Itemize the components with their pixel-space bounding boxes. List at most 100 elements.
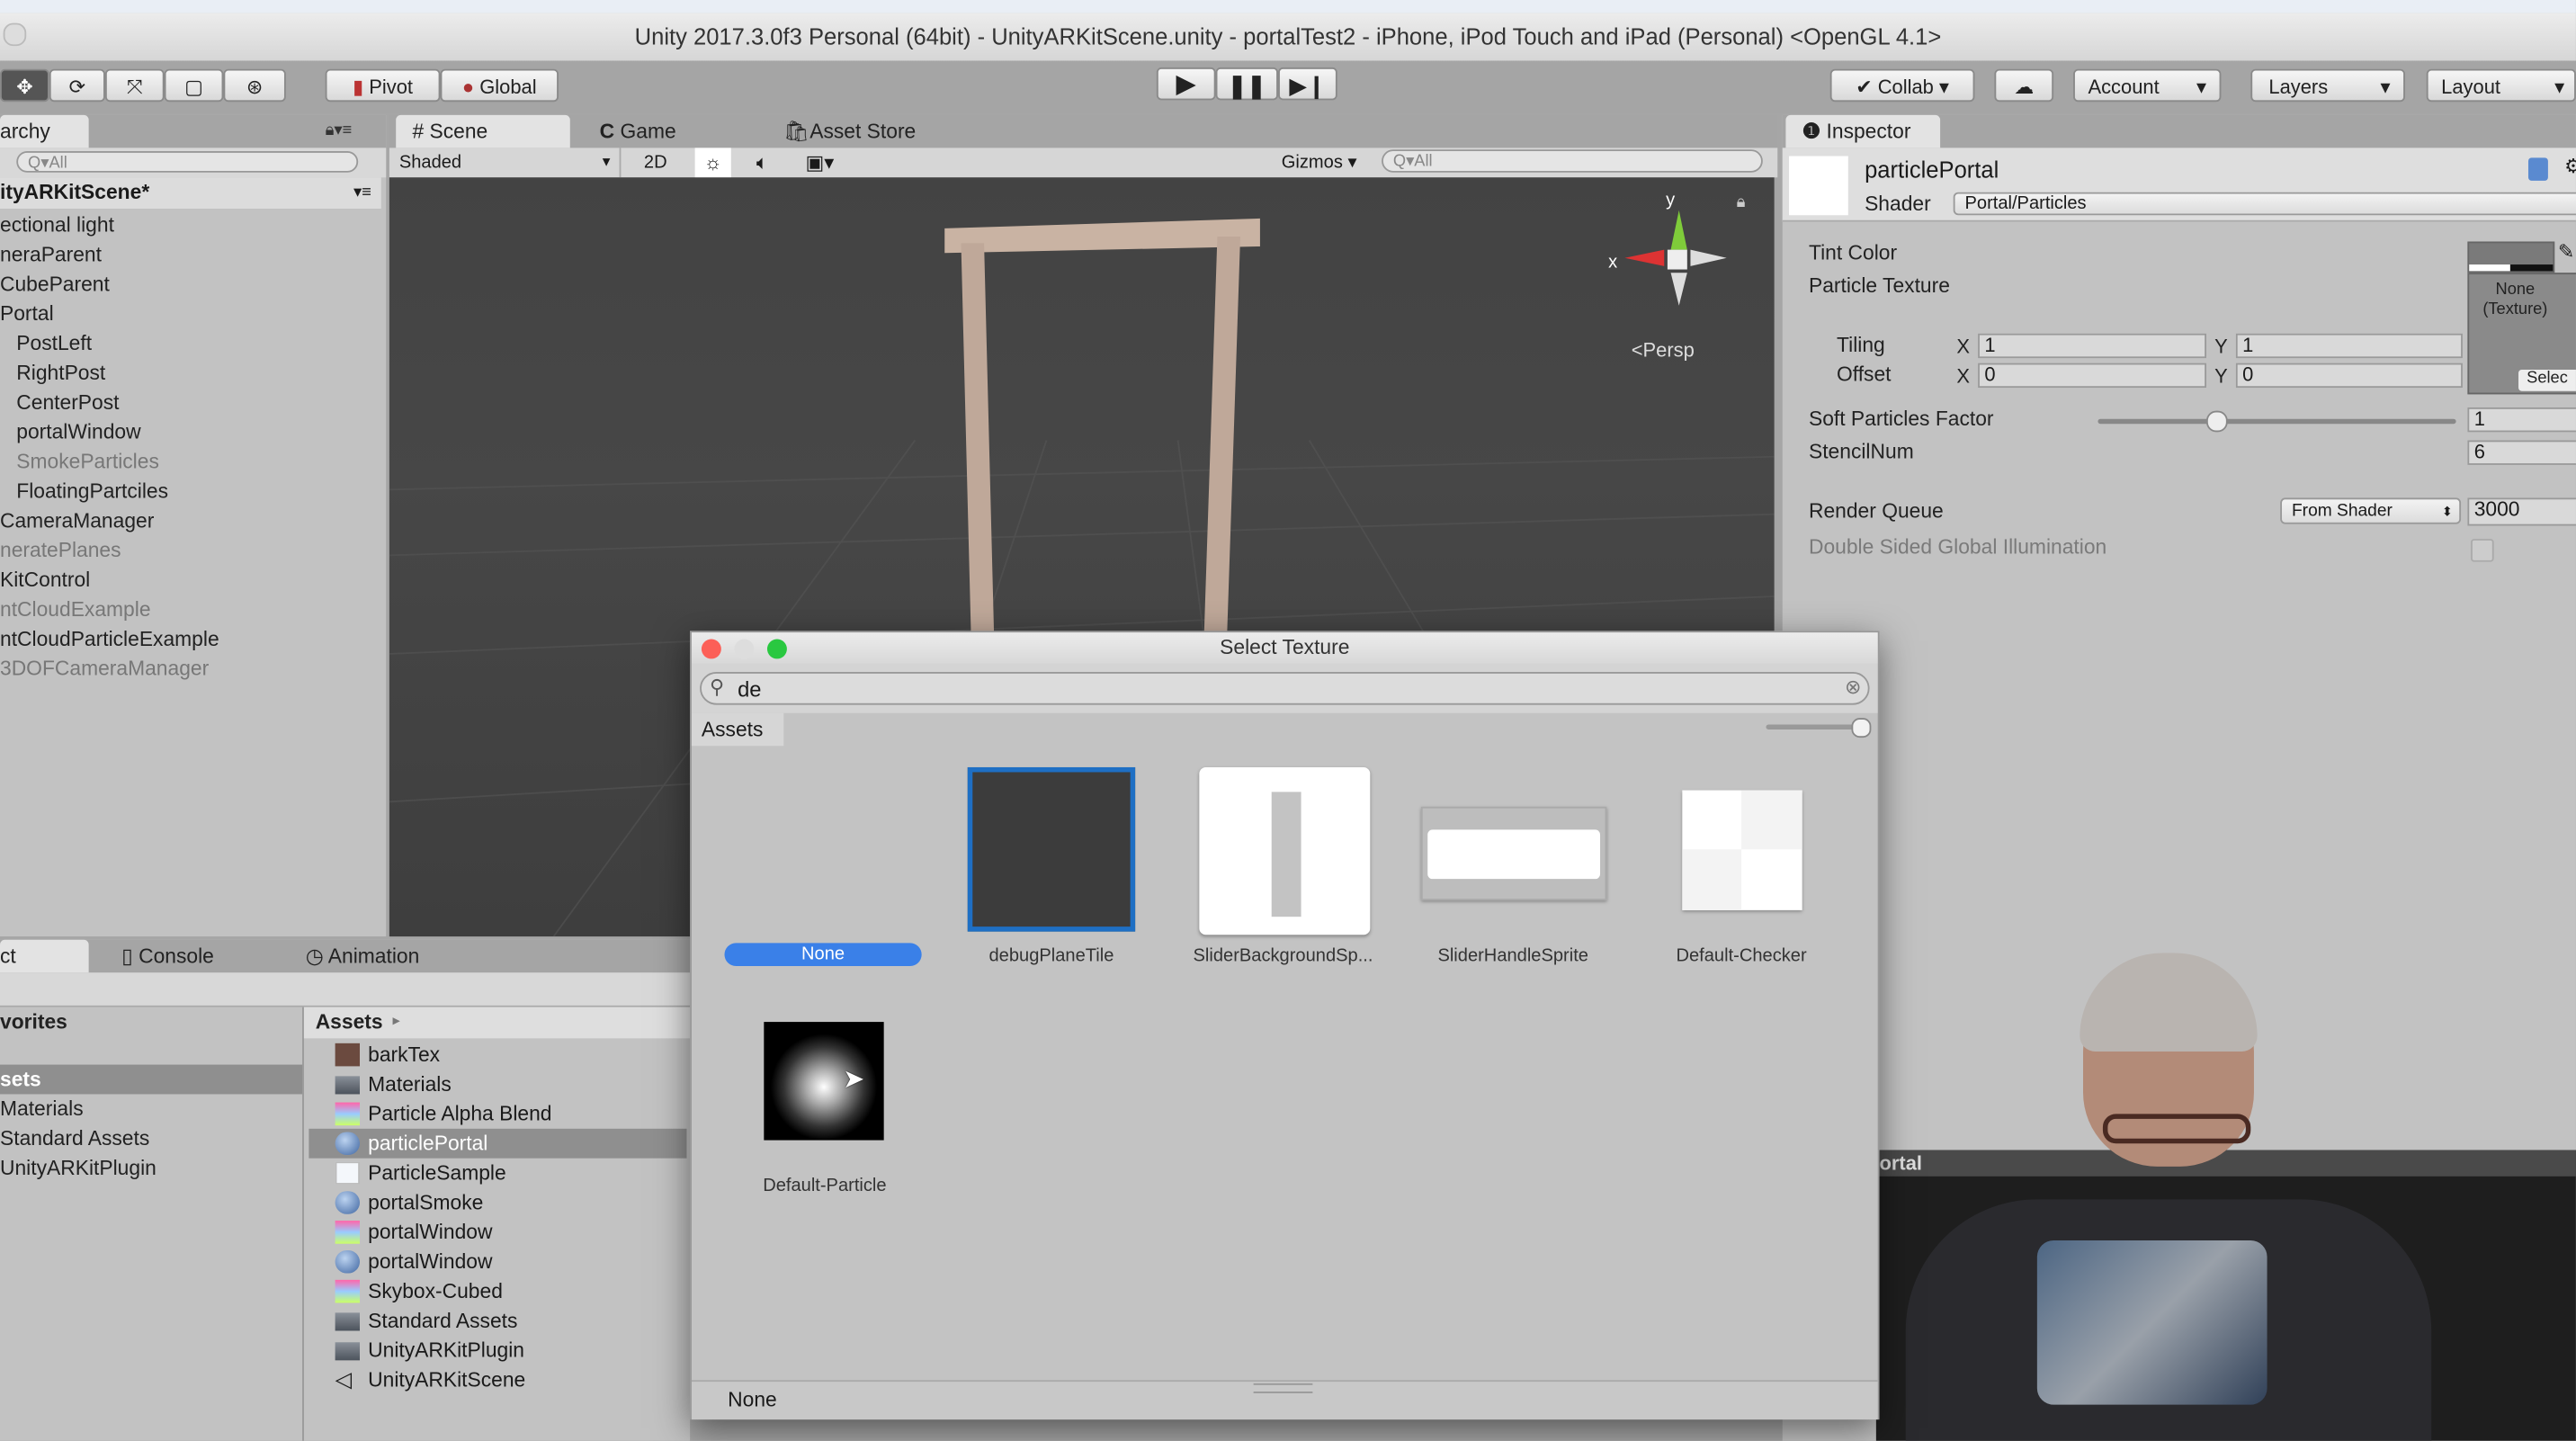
tab-console[interactable]: ▯ Console xyxy=(105,940,230,973)
tab-animation[interactable]: ◷ Animation xyxy=(289,940,435,973)
hierarchy-item[interactable]: FloatingPartciles xyxy=(0,477,168,506)
dialog-minimize-button[interactable] xyxy=(734,639,755,659)
tiling-y-field[interactable]: 1 xyxy=(2235,333,2463,359)
soft-particles-field[interactable]: 1 xyxy=(2467,407,2576,433)
hierarchy-item[interactable]: neraParent xyxy=(0,240,102,270)
rect-tool-button[interactable]: ▢ xyxy=(164,68,224,103)
hierarchy-item[interactable]: portalWindow xyxy=(0,417,140,447)
asset-item[interactable]: UnityARKitPlugin xyxy=(309,1336,686,1365)
scene-search-input[interactable]: Q▾All xyxy=(1382,149,1763,173)
hierarchy-item[interactable]: ectional light xyxy=(0,210,114,240)
hierarchy-item[interactable]: Portal xyxy=(0,299,54,328)
asset-item[interactable]: particlePortal xyxy=(309,1128,687,1159)
move-tool-button[interactable]: ✥ xyxy=(0,68,49,103)
play-button[interactable]: ▶ xyxy=(1156,67,1216,101)
hierarchy-item[interactable]: ntCloudExample xyxy=(0,595,151,624)
tab-game[interactable]: C Game xyxy=(583,115,693,148)
gizmos-dropdown[interactable]: Gizmos ▾ xyxy=(1270,148,1369,177)
hierarchy-item[interactable]: CameraManager xyxy=(0,506,154,536)
hierarchy-item[interactable]: SmokeParticles xyxy=(0,447,159,477)
scale-tool-button[interactable]: ⤧ xyxy=(104,68,165,103)
asset-item[interactable]: portalWindow xyxy=(309,1247,686,1276)
hierarchy-search-input[interactable]: Q▾All xyxy=(16,151,359,173)
project-folder-item[interactable]: UnityARKitPlugin xyxy=(0,1157,157,1180)
stencil-field[interactable]: 6 xyxy=(2467,440,2576,465)
caption-default-checker[interactable]: Default-Checker xyxy=(1634,946,1847,966)
clear-search-icon[interactable]: ⊗ xyxy=(1845,676,1861,699)
thumb-default-checker[interactable] xyxy=(1682,790,1802,910)
scene-menu-icon[interactable]: ▾≡ xyxy=(353,177,371,209)
tab-project[interactable]: ct xyxy=(0,939,89,973)
global-button[interactable]: ● Global xyxy=(440,68,559,103)
pivot-button[interactable]: ▮ Pivot xyxy=(325,68,441,103)
project-folder-item[interactable]: Materials xyxy=(0,1097,84,1121)
texture-search-input[interactable]: ⚲ de ⊗ xyxy=(700,672,1870,705)
thumb-debugplanetile[interactable] xyxy=(967,766,1136,932)
portal-frame[interactable] xyxy=(944,218,1260,631)
texture-select-button[interactable]: Selec xyxy=(2518,369,2576,391)
eyedropper-icon[interactable]: ✎ xyxy=(2558,240,2574,264)
asset-item[interactable]: portalSmoke xyxy=(309,1188,686,1218)
hierarchy-item[interactable]: neratePlanes xyxy=(0,535,121,565)
offset-y-field[interactable]: 0 xyxy=(2235,362,2463,389)
caption-sliderhandle[interactable]: SliderHandleSprite xyxy=(1406,946,1619,966)
asset-item[interactable]: ParticleSample xyxy=(309,1159,686,1188)
step-button[interactable]: ▶❙ xyxy=(1278,67,1337,101)
dialog-close-button[interactable] xyxy=(701,639,721,659)
hierarchy-item[interactable]: ntCloudParticleExample xyxy=(0,624,219,654)
dialog-zoom-button[interactable] xyxy=(766,639,787,659)
thumb-sliderbackground[interactable] xyxy=(1199,766,1371,935)
shading-dropdown[interactable]: Shaded ▼ xyxy=(399,148,622,178)
caption-sliderbackground[interactable]: SliderBackgroundSp... xyxy=(1176,946,1390,966)
render-queue-field[interactable]: 3000 xyxy=(2467,497,2576,526)
project-folder-item[interactable]: Standard Assets xyxy=(0,1127,149,1150)
asset-item[interactable]: ◁ UnityARKitScene xyxy=(309,1365,686,1395)
project-folder-item[interactable]: sets xyxy=(0,1068,41,1091)
account-dropdown[interactable]: Account ▾ xyxy=(2073,68,2222,103)
gear-icon[interactable]: ⚙ xyxy=(2564,155,2576,178)
tab-scene[interactable]: # Scene xyxy=(396,114,570,148)
resize-handle[interactable] xyxy=(1253,1383,1313,1393)
tint-color-swatch[interactable] xyxy=(2467,241,2555,273)
caption-debugplanetile[interactable]: debugPlaneTile xyxy=(944,946,1158,966)
double-sided-checkbox[interactable] xyxy=(2471,539,2494,562)
window-close-button[interactable] xyxy=(3,22,27,47)
effects-dropdown-icon[interactable]: ▣▾ xyxy=(793,148,845,177)
lighting-toggle-icon[interactable]: ☼ xyxy=(694,148,731,178)
tab-inspector[interactable]: ❶ Inspector xyxy=(1785,114,1941,148)
tiling-x-field[interactable]: 1 xyxy=(1978,333,2206,359)
transform-tool-button[interactable]: ⊛ xyxy=(223,68,286,103)
asset-item[interactable]: barkTex xyxy=(309,1040,686,1070)
slider-thumb[interactable] xyxy=(2205,410,2228,433)
texture-slot[interactable]: None (Texture) Selec xyxy=(2467,273,2576,395)
collab-button[interactable]: ✔ Collab ▾ xyxy=(1829,68,1975,103)
hierarchy-item[interactable]: KitControl xyxy=(0,565,90,595)
rotate-tool-button[interactable]: ⟳ xyxy=(49,68,105,103)
asset-item[interactable]: Particle Alpha Blend xyxy=(309,1099,686,1129)
help-book-icon[interactable] xyxy=(2527,157,2548,181)
2d-toggle[interactable]: 2D xyxy=(636,148,675,177)
asset-item[interactable]: Skybox-Cubed xyxy=(309,1276,686,1306)
scene-lock-icon[interactable]: 🔒︎ xyxy=(1737,194,1746,212)
thumb-default-particle[interactable] xyxy=(764,1022,884,1141)
offset-x-field[interactable]: 0 xyxy=(1978,362,2206,389)
scene-header[interactable]: ityARKitScene* ▾≡ xyxy=(0,177,381,209)
shader-dropdown[interactable]: Portal/Particles xyxy=(1953,192,2576,216)
soft-particles-slider[interactable] xyxy=(2097,410,2456,433)
caption-default-particle[interactable]: Default-Particle xyxy=(718,1177,931,1196)
render-queue-dropdown[interactable]: From Shader ⬍ xyxy=(2280,497,2462,524)
tab-hierarchy[interactable]: archy xyxy=(0,114,89,148)
thumbnail-size-slider[interactable] xyxy=(1766,718,1872,738)
persp-label[interactable]: <Persp xyxy=(1632,338,1695,362)
orientation-gizmo[interactable]: y x <Persp xyxy=(1605,191,1736,362)
hierarchy-item[interactable]: PostLeft xyxy=(0,328,92,358)
hierarchy-item[interactable]: CenterPost xyxy=(0,388,119,417)
layers-dropdown[interactable]: Layers ▾ xyxy=(2250,68,2405,103)
cloud-button[interactable]: ☁ xyxy=(1994,68,2054,103)
pause-button[interactable]: ❚❚ xyxy=(1215,67,1279,101)
asset-item[interactable]: Materials xyxy=(309,1070,686,1099)
thumb-sliderhandle[interactable] xyxy=(1420,806,1607,900)
lock-icon[interactable]: 🔒︎▾≡ xyxy=(326,121,353,139)
hierarchy-item[interactable]: CubeParent xyxy=(0,270,110,300)
hierarchy-item[interactable]: RightPost xyxy=(0,358,105,388)
